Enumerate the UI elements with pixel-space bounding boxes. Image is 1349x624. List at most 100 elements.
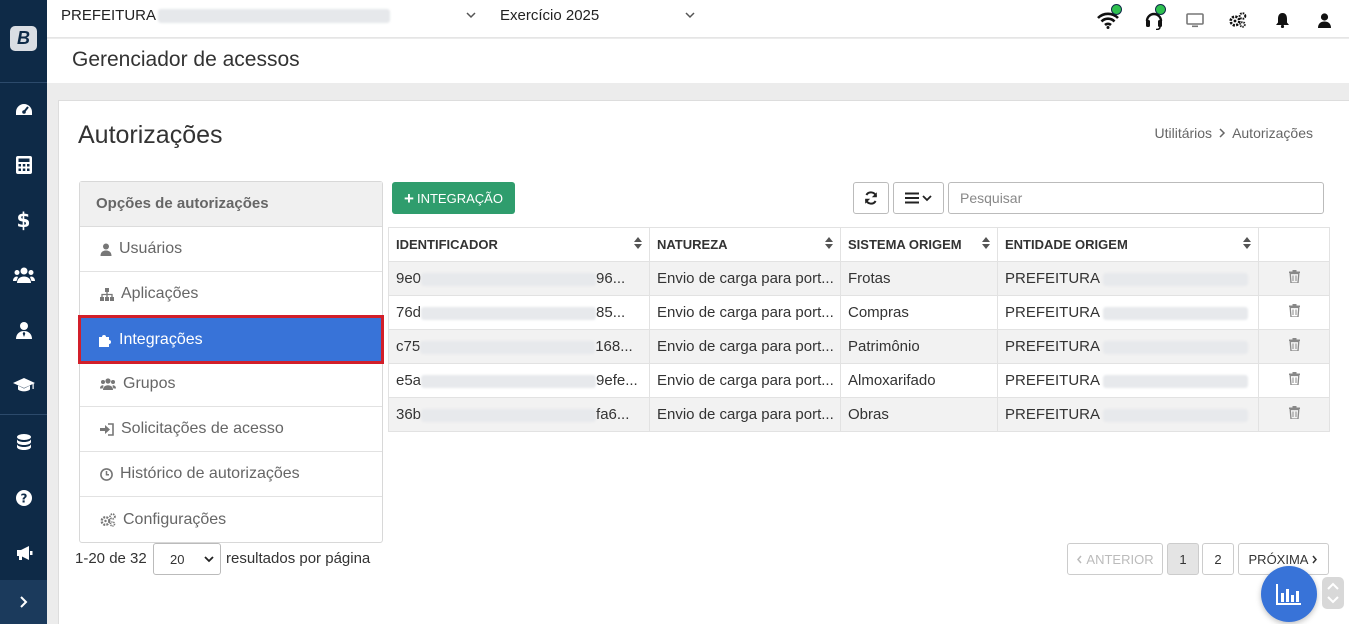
chevron-left-icon: [1077, 555, 1082, 563]
redacted-text: [421, 374, 597, 388]
column-header-label: ENTIDADE ORIGEM: [1005, 237, 1128, 252]
expand-rail-button[interactable]: [0, 580, 47, 624]
column-header-sistema-origem[interactable]: SISTEMA ORIGEM: [840, 227, 998, 262]
option-label: Solicitações de acesso: [121, 420, 284, 437]
chevron-down-icon: [1327, 596, 1339, 604]
graduation-cap-icon[interactable]: [0, 373, 47, 397]
scroll-control[interactable]: [1322, 577, 1344, 609]
table-row[interactable]: 36b fa6... Envio de carga para port... Ob…: [388, 397, 1330, 432]
connection-status-dot: [1111, 4, 1122, 15]
trash-icon: [1288, 304, 1300, 318]
delete-button[interactable]: [1258, 295, 1330, 330]
help-icon[interactable]: ?: [0, 486, 47, 510]
refresh-button[interactable]: [853, 182, 889, 214]
option-label: Usuários: [119, 240, 183, 257]
cell-natureza: Envio de carga para port...: [649, 295, 841, 330]
organization-name-redacted: [158, 9, 391, 24]
cell-entidade-origem: PREFEITURA: [997, 363, 1259, 398]
top-bar: PREFEITURA Exercício 2025: [47, 0, 1349, 38]
wifi-icon[interactable]: [1096, 4, 1122, 32]
chevron-down-icon[interactable]: [684, 9, 696, 21]
cell-sistema-origem: Frotas: [840, 261, 998, 296]
page-size-select[interactable]: 20: [153, 543, 221, 575]
sort-icon: [825, 237, 833, 249]
columns-menu-button[interactable]: [893, 182, 944, 214]
exercise-selector[interactable]: Exercício 2025: [500, 7, 599, 24]
chevron-down-icon[interactable]: [465, 9, 477, 21]
cell-natureza: Envio de carga para port...: [649, 397, 841, 432]
rail-divider: [0, 414, 47, 415]
option-integracoes[interactable]: Integrações: [78, 315, 384, 364]
breadcrumb: Utilitários Autorizações: [1154, 125, 1313, 141]
options-panel-header: Opções de autorizações: [80, 182, 382, 227]
page-1-button[interactable]: 1: [1167, 543, 1199, 575]
megaphone-icon[interactable]: [0, 541, 47, 565]
organization-name: PREFEITURA: [61, 7, 157, 24]
delete-button[interactable]: [1258, 397, 1330, 432]
page-size-value: 20: [170, 551, 185, 567]
option-historico-de-autorizacoes[interactable]: Histórico de autorizações: [80, 452, 382, 497]
table-row[interactable]: c75 168... Envio de carga para port... Pa…: [388, 329, 1330, 364]
cell-identificador: 9e0 96...: [388, 261, 650, 296]
user-icon[interactable]: [1312, 8, 1336, 32]
column-header-natureza[interactable]: NATUREZA: [649, 227, 841, 262]
search-input[interactable]: [948, 182, 1324, 214]
previous-page-label: ANTERIOR: [1086, 551, 1154, 567]
user-tie-icon[interactable]: [0, 318, 47, 342]
redacted-text: [421, 408, 597, 422]
cell-sistema-origem: Patrimônio: [840, 329, 998, 364]
delete-button[interactable]: [1258, 363, 1330, 398]
redacted-text: [1103, 408, 1249, 422]
sitemap-icon: [100, 287, 114, 301]
chevron-up-icon: [1327, 582, 1339, 590]
redacted-text: [1103, 306, 1249, 320]
delete-button[interactable]: [1258, 329, 1330, 364]
option-usuarios[interactable]: Usuários: [80, 227, 382, 272]
dollar-icon[interactable]: $: [0, 208, 47, 232]
headset-icon[interactable]: [1142, 4, 1166, 32]
calculator-icon[interactable]: [0, 153, 47, 177]
option-label: Integrações: [119, 330, 203, 348]
database-icon[interactable]: [0, 431, 47, 455]
chevron-right-icon: [19, 596, 27, 608]
table-row[interactable]: 76d 85... Envio de carga para port... Com…: [388, 295, 1330, 330]
option-aplicacoes[interactable]: Aplicações: [80, 272, 382, 317]
dashboard-icon[interactable]: [0, 98, 47, 122]
breadcrumb-item-utilitarios[interactable]: Utilitários: [1154, 125, 1212, 141]
option-solicitacoes-de-acesso[interactable]: Solicitações de acesso: [80, 407, 382, 452]
analytics-fab[interactable]: [1261, 566, 1317, 622]
column-header-identificador[interactable]: IDENTIFICADOR: [388, 227, 650, 262]
option-label: Configurações: [123, 510, 227, 528]
integrations-table: IDENTIFICADOR NATUREZA SISTEMA ORIGEM EN…: [388, 227, 1330, 432]
users-icon[interactable]: [0, 263, 47, 287]
bell-icon[interactable]: [1270, 8, 1294, 32]
organization-selector[interactable]: PREFEITURA: [61, 7, 391, 24]
column-header-entidade-origem[interactable]: ENTIDADE ORIGEM: [997, 227, 1259, 262]
page-2-button[interactable]: 2: [1202, 543, 1234, 575]
cell-natureza: Envio de carga para port...: [649, 363, 841, 398]
option-label: Histórico de autorizações: [120, 465, 300, 482]
option-configuracoes[interactable]: Configurações: [80, 497, 382, 542]
cogs-icon[interactable]: [1226, 8, 1250, 32]
previous-page-button[interactable]: ANTERIOR: [1067, 543, 1163, 575]
delete-button[interactable]: [1258, 261, 1330, 296]
add-integration-button[interactable]: + INTEGRAÇÃO: [392, 182, 515, 214]
rail-divider: [0, 82, 47, 83]
support-status-dot: [1155, 4, 1166, 15]
option-label: Aplicações: [121, 285, 199, 302]
monitor-icon[interactable]: [1183, 8, 1207, 32]
trash-icon: [1288, 406, 1300, 420]
option-grupos[interactable]: Grupos: [80, 362, 382, 407]
table-header-row: IDENTIFICADOR NATUREZA SISTEMA ORIGEM EN…: [388, 227, 1330, 262]
per-page-label: resultados por página: [226, 550, 371, 567]
cell-sistema-origem: Almoxarifado: [840, 363, 998, 398]
app-logo[interactable]: B: [10, 26, 37, 51]
table-row[interactable]: e5a 9efe... Envio de carga para port... A…: [388, 363, 1330, 398]
breadcrumb-item-autorizacoes: Autorizações: [1232, 125, 1313, 141]
svg-text:?: ?: [20, 492, 27, 506]
cell-natureza: Envio de carga para port...: [649, 329, 841, 364]
results-range: 1-20 de 32: [75, 550, 147, 567]
table-row[interactable]: 9e0 96... Envio de carga para port... Fro…: [388, 261, 1330, 296]
column-header-label: IDENTIFICADOR: [396, 237, 498, 252]
cell-sistema-origem: Obras: [840, 397, 998, 432]
